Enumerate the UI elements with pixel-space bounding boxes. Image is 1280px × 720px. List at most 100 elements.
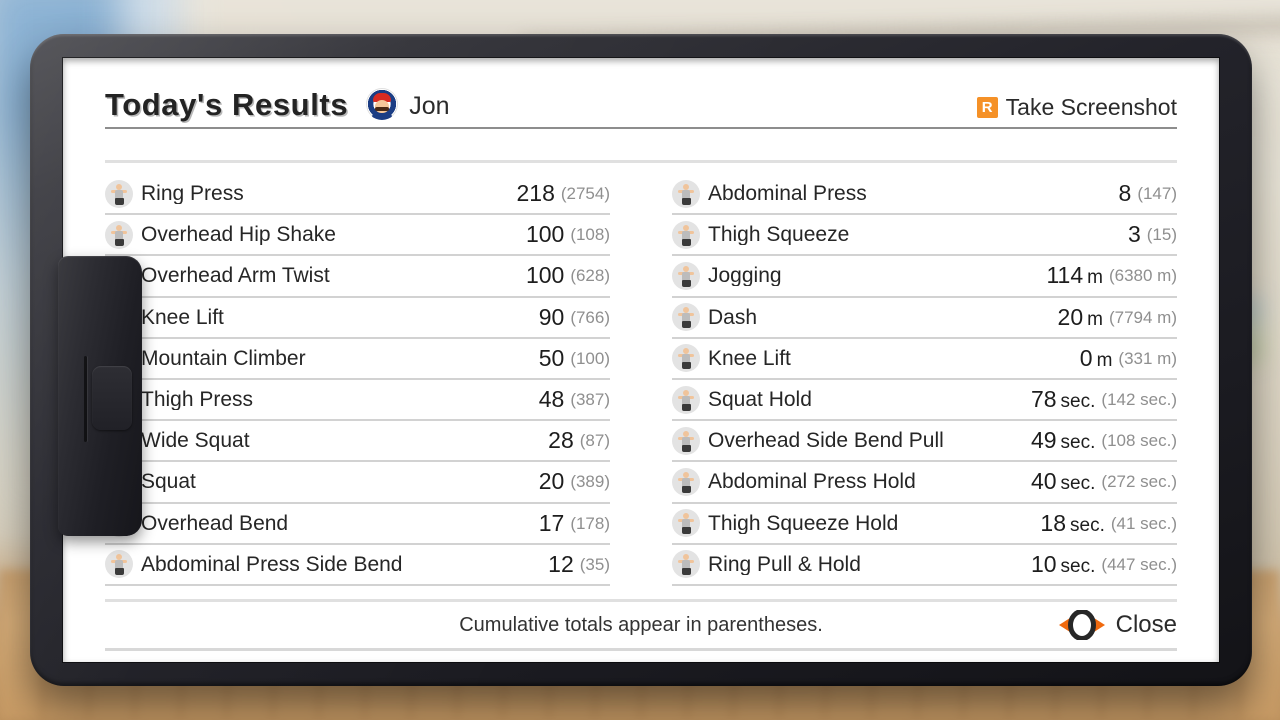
exercise-value-number: 100 <box>525 262 565 289</box>
result-row: Knee Lift 0 m (331 m) <box>672 339 1177 380</box>
exercise-value: 78 sec. <box>1030 386 1096 413</box>
exercise-value: 48 <box>539 388 565 411</box>
exercise-value-number: 10 <box>1030 550 1057 577</box>
exercise-cumulative-total: (142 sec.) <box>1101 390 1177 410</box>
exercise-value: 10 sec. <box>1030 550 1095 577</box>
result-row: Squat Hold 78 sec. (142 sec.) <box>672 380 1177 422</box>
exercise-value-unit: sec. <box>1060 391 1096 413</box>
exercise-cumulative-total: (628) <box>570 266 610 286</box>
exercise-value: 114 m <box>1046 262 1103 289</box>
page-title: Today's Results <box>105 87 349 122</box>
exercise-name: Squat Hold <box>708 389 812 411</box>
exercise-name: Wide Squat <box>141 430 250 452</box>
r-button-badge: R <box>976 97 998 118</box>
result-row: Overhead Arm Twist 100 (628) <box>105 256 610 298</box>
exercise-value-number: 40 <box>1030 468 1057 495</box>
exercise-cumulative-total: (7794 m) <box>1108 307 1177 327</box>
exercise-value-number: 50 <box>538 344 565 371</box>
exercise-value-number: 114 <box>1046 262 1084 289</box>
exercise-cumulative-total: (147) <box>1137 184 1177 204</box>
exercise-icon <box>672 303 700 332</box>
exercise-cumulative-total: (331 m) <box>1118 348 1177 368</box>
exercise-name: Ring Pull & Hold <box>708 553 861 575</box>
exercise-value: 3 <box>1128 223 1141 246</box>
exercise-icon <box>672 179 700 208</box>
result-row: Mountain Climber 50 (100) <box>105 339 610 380</box>
exercise-name: Thigh Squeeze Hold <box>708 512 899 534</box>
result-row: Overhead Bend 17 (178) <box>105 504 610 545</box>
exercise-name: Overhead Side Bend Pull <box>708 430 944 452</box>
exercise-value-number: 48 <box>538 386 565 413</box>
exercise-value-number: 90 <box>538 303 565 330</box>
exercise-icon <box>672 550 700 579</box>
exercise-value-number: 12 <box>548 550 574 577</box>
results-columns: Ring Press 218 (2754) Overhead Hip Shake 100… <box>105 174 1177 586</box>
exercise-value-unit: sec. <box>1060 473 1096 495</box>
result-row: Abdominal Press Hold 40 sec. (272 sec.) <box>672 462 1177 504</box>
exercise-name: Knee Lift <box>141 306 224 328</box>
exercise-value-unit: sec. <box>1070 514 1105 536</box>
result-row: Wide Squat 28 (87) <box>105 421 610 463</box>
exercise-icon <box>672 426 700 455</box>
exercise-cumulative-total: (15) <box>1146 225 1177 245</box>
exercise-value-unit: m <box>1087 308 1103 330</box>
exercise-cumulative-total: (41 sec.) <box>1110 513 1177 533</box>
footer-note: Cumulative totals appear in parentheses. <box>459 613 823 636</box>
exercise-value: 100 <box>526 223 564 246</box>
exercise-cumulative-total: (6380 m) <box>1108 266 1177 286</box>
exercise-value: 12 <box>548 550 574 577</box>
exercise-cumulative-total: (178) <box>570 513 610 533</box>
take-screenshot-label: Take Screenshot <box>1005 94 1177 120</box>
result-row: Thigh Squeeze 3 (15) <box>672 215 1177 257</box>
exercise-value-number: 18 <box>1040 509 1066 536</box>
result-row: Thigh Squeeze Hold 18 sec. (41 sec.) <box>672 504 1177 545</box>
result-row: Knee Lift 90 (766) <box>105 298 610 339</box>
results-column-left: Ring Press 218 (2754) Overhead Hip Shake 100… <box>105 174 610 586</box>
close-button[interactable]: Close <box>1057 608 1177 641</box>
avatar-body <box>372 113 393 120</box>
page-footer: Cumulative totals appear in parentheses.… <box>105 602 1177 648</box>
exercise-value-number: 0 <box>1079 344 1093 371</box>
exercise-value: 28 <box>548 429 574 452</box>
exercise-value-number: 20 <box>538 468 565 495</box>
exercise-name: Jogging <box>708 265 782 287</box>
result-row: Ring Press 218 (2754) <box>105 174 610 216</box>
exercise-value: 20 <box>539 470 565 493</box>
exercise-icon <box>672 509 700 538</box>
exercise-value: 100 <box>526 264 564 287</box>
exercise-value: 90 <box>538 303 565 330</box>
joycon-release-button[interactable] <box>92 366 132 430</box>
exercise-value: 218 <box>516 182 554 205</box>
result-row: Overhead Side Bend Pull 49 sec. (108 sec.) <box>672 421 1177 463</box>
title-divider <box>105 127 1177 129</box>
exercise-value-number: 78 <box>1030 386 1057 413</box>
footer-bottom-divider <box>105 647 1177 651</box>
exercise-icon <box>672 220 700 249</box>
exercise-name: Thigh Squeeze <box>708 224 850 246</box>
exercise-name: Abdominal Press Side Bend <box>141 553 403 575</box>
exercise-cumulative-total: (387) <box>570 390 610 410</box>
list-top-divider <box>105 160 1177 163</box>
exercise-icon <box>105 220 133 249</box>
exercise-name: Mountain Climber <box>141 347 306 369</box>
exercise-icon <box>672 385 700 414</box>
exercise-cumulative-total: (108) <box>570 225 610 245</box>
take-screenshot-button[interactable]: R Take Screenshot <box>976 94 1177 120</box>
page-header: Today's Results Jon R Take Screenshot <box>105 58 1177 120</box>
exercise-name: Abdominal Press <box>708 183 867 205</box>
exercise-cumulative-total: (100) <box>570 348 610 368</box>
exercise-value: 50 <box>538 344 565 371</box>
exercise-cumulative-total: (87) <box>579 431 610 451</box>
exercise-icon <box>672 467 700 496</box>
result-row: Thigh Press 48 (387) <box>105 380 610 422</box>
joycon-rail-grip <box>58 256 142 536</box>
exercise-name: Overhead Bend <box>141 512 289 534</box>
avatar-mustache <box>375 107 390 111</box>
username-label: Jon <box>409 92 450 120</box>
exercise-name: Knee Lift <box>708 347 791 369</box>
exercise-cumulative-total: (447 sec.) <box>1101 554 1177 574</box>
result-row: Jogging 114 m (6380 m) <box>672 256 1177 298</box>
result-row: Dash 20 m (7794 m) <box>672 298 1177 339</box>
ring-con-icon <box>1057 608 1107 641</box>
exercise-name: Overhead Arm Twist <box>141 265 330 287</box>
